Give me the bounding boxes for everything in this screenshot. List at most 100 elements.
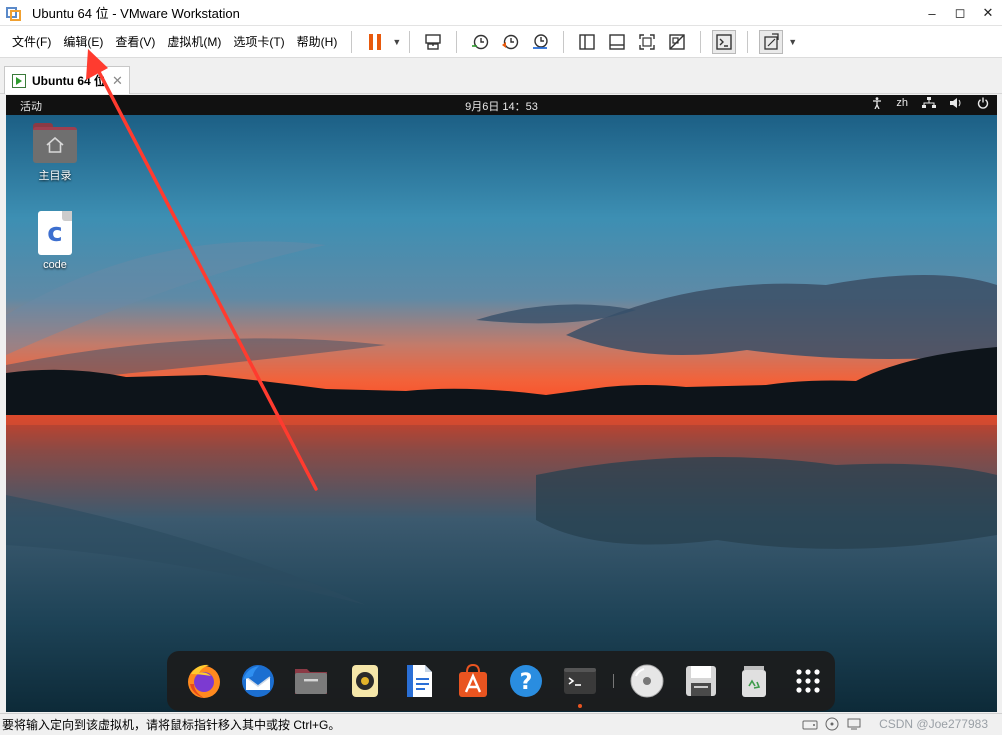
dock-libreoffice-writer[interactable]	[396, 658, 442, 704]
dock-thunderbird[interactable]	[235, 658, 281, 704]
close-button[interactable]: ✕	[974, 0, 1002, 26]
home-folder-icon	[33, 123, 77, 163]
menu-help[interactable]: 帮助(H)	[291, 30, 344, 54]
unity-button[interactable]	[665, 30, 689, 54]
dock-dvd[interactable]	[624, 658, 670, 704]
vm-running-icon	[12, 73, 26, 88]
trash-icon	[742, 666, 767, 697]
menu-vm[interactable]: 虚拟机(M)	[161, 30, 227, 54]
files-icon	[295, 669, 328, 694]
floppy-save-icon	[685, 666, 716, 696]
dock-help[interactable]: ?	[504, 658, 550, 704]
desktop-icon-code[interactable]: c code	[25, 211, 85, 271]
cd-drive-icon[interactable]	[824, 717, 840, 731]
status-bar: 要将输入定向到该虚拟机，请将鼠标指针移入其中或按 Ctrl+G。 CSDN @J…	[0, 713, 1002, 735]
system-tray: zh	[872, 97, 989, 109]
dock-show-apps[interactable]	[785, 658, 831, 704]
dock-terminal[interactable]	[557, 658, 603, 708]
thunderbird-icon	[241, 665, 274, 697]
thumbnail-bar-button[interactable]	[605, 30, 629, 54]
dock-floppy[interactable]	[678, 658, 724, 704]
toolbar-separator	[563, 30, 565, 53]
snapshot-manager-icon	[533, 33, 548, 49]
terminal-icon	[564, 668, 597, 694]
gnome-top-bar: 活动 9月6日 14：53 zh	[6, 95, 997, 115]
toolbar-separator	[747, 30, 749, 53]
running-indicator	[578, 704, 583, 708]
network-wired-icon[interactable]	[922, 97, 936, 109]
thumbnail-bar-icon	[609, 33, 625, 50]
dock-software-center[interactable]	[450, 658, 496, 704]
menu-tabs[interactable]: 选项卡(T)	[227, 30, 290, 54]
show-apps-icon	[796, 669, 820, 693]
dvd-icon	[630, 664, 664, 698]
console-view-icon	[716, 33, 732, 50]
desktop-icon-label: 主目录	[38, 170, 72, 182]
send-ctrl-alt-del-button[interactable]	[421, 30, 445, 54]
menu-file[interactable]: 文件(F)	[6, 30, 57, 54]
vmware-logo-icon	[6, 5, 22, 21]
status-message: 要将输入定向到该虚拟机，请将鼠标指针移入其中或按 Ctrl+G。	[2, 718, 341, 732]
console-view-button[interactable]	[712, 29, 737, 54]
software-center-icon	[458, 663, 487, 697]
show-library-button[interactable]	[575, 30, 599, 54]
minimize-button[interactable]: –	[918, 0, 946, 26]
revert-snapshot-button[interactable]	[498, 30, 522, 54]
clock[interactable]: 9月6日 14：53	[6, 98, 997, 114]
dock-firefox[interactable]	[181, 658, 227, 704]
sunset-lake-wallpaper	[6, 115, 997, 712]
input-language-indicator[interactable]: zh	[896, 97, 908, 109]
full-screen-icon	[639, 33, 655, 50]
watermark: CSDN @Joe277983	[879, 717, 988, 731]
full-screen-button[interactable]	[635, 30, 659, 54]
volume-icon[interactable]	[950, 97, 963, 109]
toolbar-separator	[456, 30, 458, 53]
tab-label: Ubuntu 64 位	[32, 74, 104, 88]
restore-button[interactable]: ◻	[946, 0, 974, 26]
send-ctrl-alt-del-icon	[425, 33, 441, 50]
desktop-icon-home[interactable]: 主目录	[25, 123, 85, 183]
vm-tab-bar: Ubuntu 64 位 ✕	[0, 58, 1002, 94]
snapshot-take-icon	[472, 34, 489, 49]
show-library-icon	[579, 33, 595, 50]
title-bar: Ubuntu 64 位 - VMware Workstation – ◻ ✕	[0, 0, 1002, 26]
snapshot-revert-icon	[502, 34, 519, 49]
power-icon[interactable]	[977, 97, 989, 109]
toolbar-separator	[409, 30, 411, 53]
tab-close-icon[interactable]: ✕	[112, 73, 123, 89]
help-icon: ?	[510, 665, 543, 697]
toolbar-separator	[700, 30, 702, 53]
stretch-guest-button[interactable]	[759, 29, 784, 54]
unity-icon	[669, 33, 685, 50]
dock-separator	[613, 674, 614, 688]
desktop-icon-label: code	[43, 259, 67, 271]
window-title: Ubuntu 64 位 - VMware Workstation	[32, 6, 240, 21]
pause-icon	[369, 33, 382, 50]
rhythmbox-icon	[352, 665, 379, 697]
svg-text:?: ?	[520, 670, 533, 695]
device-status-icons	[802, 717, 862, 731]
ubuntu-dock: ?	[167, 651, 835, 711]
dock-trash[interactable]	[732, 658, 778, 704]
c-source-file-icon: c	[38, 211, 72, 255]
stretch-dropdown-icon[interactable]: ▼	[788, 37, 797, 47]
pause-dropdown-icon[interactable]: ▼	[392, 37, 401, 47]
accessibility-icon[interactable]	[872, 97, 882, 109]
firefox-icon	[187, 664, 220, 698]
menu-toolbar: 文件(F) 编辑(E) 查看(V) 虚拟机(M) 选项卡(T) 帮助(H) ▼ …	[0, 26, 1002, 58]
window-controls: – ◻ ✕	[918, 0, 1002, 26]
toolbar-separator	[351, 30, 353, 53]
desktop-wallpaper: 主目录 c code	[6, 115, 997, 712]
tab-ubuntu-vm[interactable]: Ubuntu 64 位 ✕	[4, 66, 130, 94]
guest-screen[interactable]: 活动 9月6日 14：53 zh 主目录 c code ?	[6, 95, 997, 712]
menu-view[interactable]: 查看(V)	[109, 30, 161, 54]
hard-disk-icon[interactable]	[802, 717, 818, 731]
dock-rhythmbox[interactable]	[342, 658, 388, 704]
libreoffice-writer-icon	[406, 665, 432, 697]
menu-edit[interactable]: 编辑(E)	[57, 30, 109, 54]
pause-button[interactable]	[363, 30, 387, 54]
snapshot-manager-button[interactable]	[528, 30, 552, 54]
network-adapter-icon[interactable]	[846, 717, 862, 731]
take-snapshot-button[interactable]	[468, 30, 492, 54]
dock-files[interactable]	[289, 658, 335, 704]
